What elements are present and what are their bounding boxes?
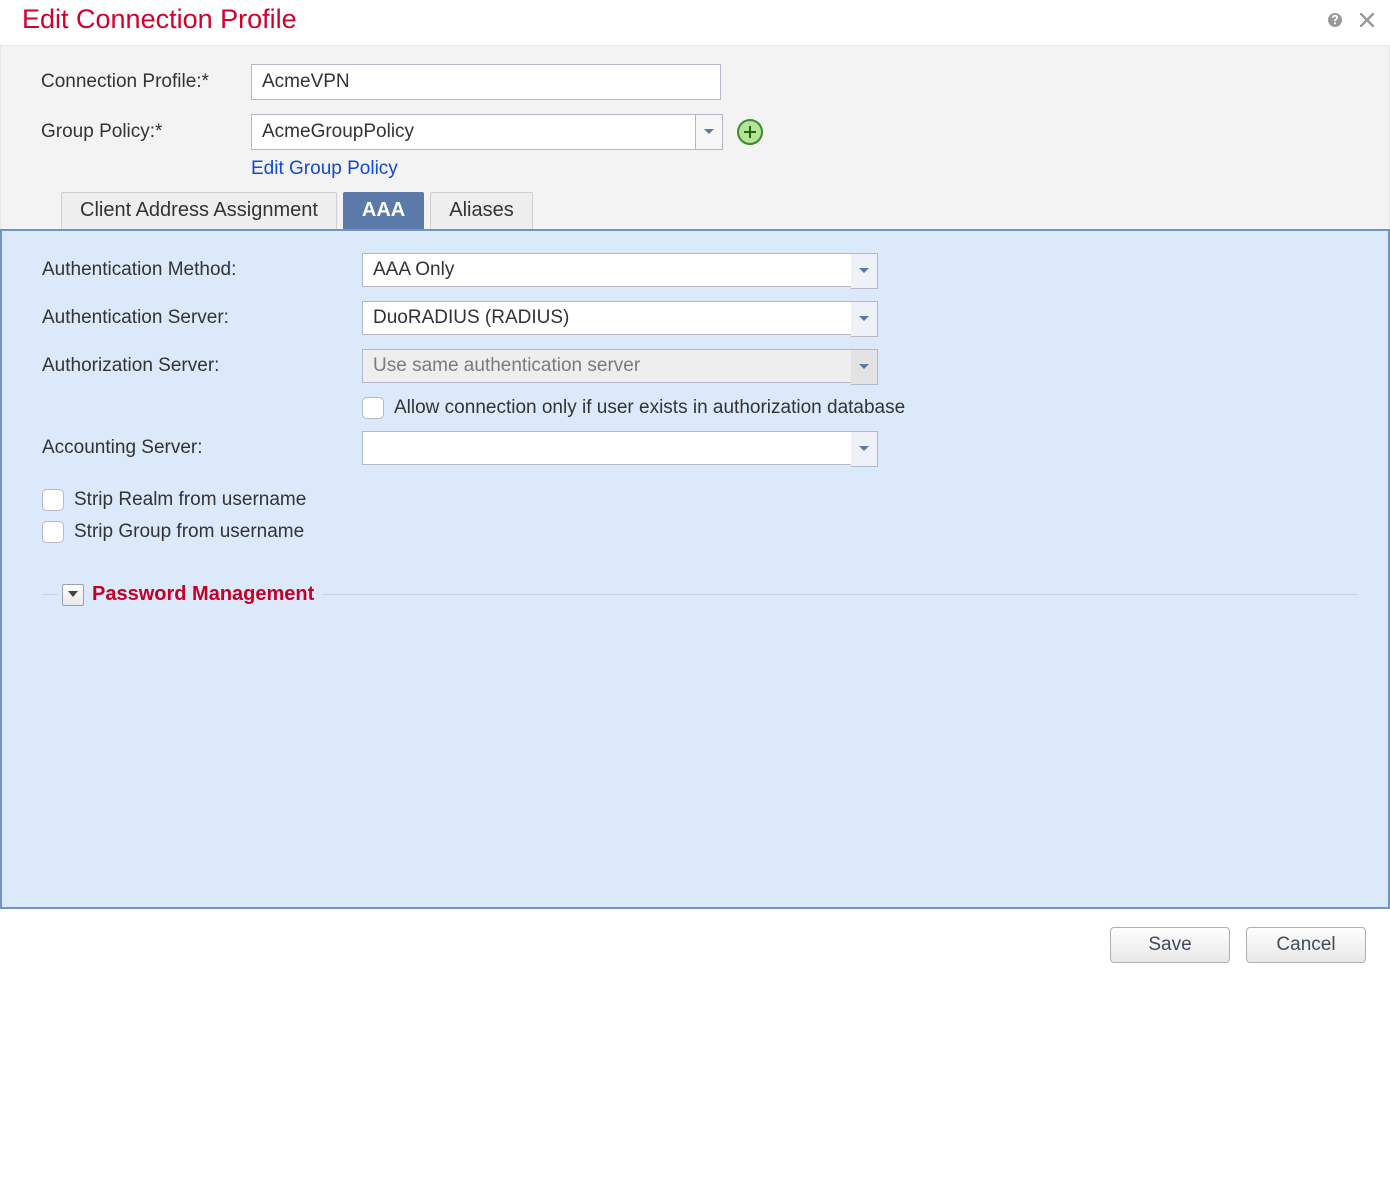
group-policy-input[interactable] (251, 114, 695, 150)
connection-profile-input[interactable] (251, 64, 721, 100)
acct-server-select[interactable] (362, 431, 852, 465)
chevron-down-icon[interactable] (695, 114, 723, 150)
dialog-title: Edit Connection Profile (22, 4, 297, 35)
strip-realm-checkbox[interactable] (42, 489, 64, 511)
add-group-policy-button[interactable] (737, 119, 763, 145)
aaa-panel: Authentication Method: AAA Only Authenti… (0, 229, 1390, 909)
tab-client-address-assignment[interactable]: Client Address Assignment (61, 192, 337, 229)
chevron-down-icon[interactable] (851, 301, 878, 337)
chevron-down-icon[interactable] (851, 349, 878, 385)
auth-server-value: DuoRADIUS (RADIUS) (362, 301, 852, 335)
strip-group-label: Strip Group from username (74, 521, 304, 543)
password-management-section: Password Management (42, 583, 1358, 606)
authz-server-select[interactable]: Use same authentication server (362, 349, 852, 383)
connection-profile-label: Connection Profile:* (41, 71, 251, 93)
acct-server-value (362, 431, 852, 465)
edit-group-policy-link[interactable]: Edit Group Policy (251, 158, 398, 180)
tab-aliases[interactable]: Aliases (430, 192, 532, 229)
group-policy-label: Group Policy:* (41, 121, 251, 143)
authz-server-placeholder: Use same authentication server (362, 349, 852, 383)
close-icon[interactable] (1356, 9, 1378, 31)
tab-bar: Client Address Assignment AAA Aliases (41, 192, 1365, 229)
authz-allow-label: Allow connection only if user exists in … (394, 397, 905, 419)
auth-server-label: Authentication Server: (42, 307, 362, 329)
authz-allow-checkbox[interactable] (362, 397, 384, 419)
tab-aaa[interactable]: AAA (343, 192, 424, 229)
strip-realm-label: Strip Realm from username (74, 489, 306, 511)
auth-method-select[interactable]: AAA Only (362, 253, 852, 287)
cancel-button[interactable]: Cancel (1246, 927, 1366, 963)
auth-server-select[interactable]: DuoRADIUS (RADIUS) (362, 301, 852, 335)
save-button[interactable]: Save (1110, 927, 1230, 963)
chevron-down-icon[interactable] (851, 431, 878, 467)
group-policy-select[interactable] (251, 114, 723, 150)
section-toggle-button[interactable] (62, 584, 84, 606)
chevron-down-icon[interactable] (851, 253, 878, 289)
help-icon[interactable] (1324, 9, 1346, 31)
top-form: Connection Profile:* Group Policy:* Edit… (0, 45, 1390, 229)
acct-server-label: Accounting Server: (42, 437, 362, 459)
auth-method-label: Authentication Method: (42, 259, 362, 281)
auth-method-value: AAA Only (362, 253, 852, 287)
strip-group-checkbox[interactable] (42, 521, 64, 543)
dialog-header: Edit Connection Profile (0, 0, 1390, 45)
password-management-header: Password Management (88, 583, 322, 606)
authz-server-label: Authorization Server: (42, 355, 362, 377)
